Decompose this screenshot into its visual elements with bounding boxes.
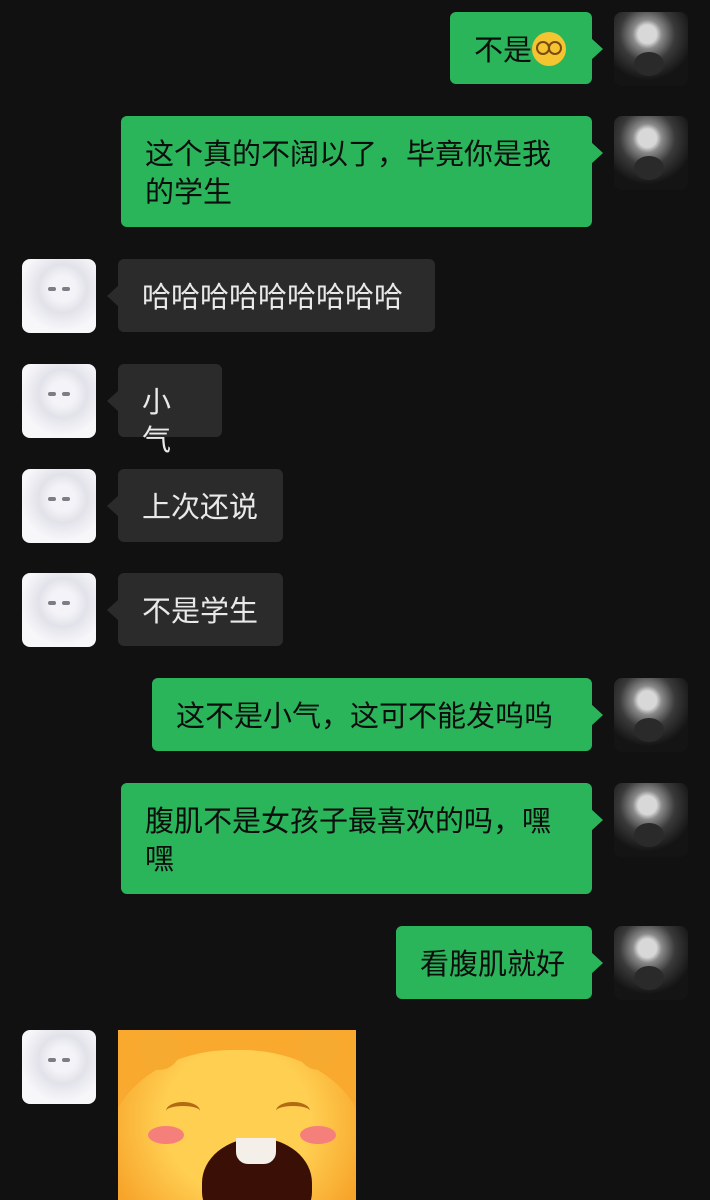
message-text: 不是 [474,33,533,67]
message-bubble-theirs[interactable]: 哈哈哈哈哈哈哈哈哈 [107,259,435,332]
my-avatar[interactable] [614,116,688,190]
message-bubble-theirs[interactable]: 小气 [107,364,222,457]
sticker-eye [166,1102,200,1120]
sticker-eye [276,1102,310,1120]
message-bubble-theirs[interactable]: 上次还说 [107,469,283,542]
my-avatar[interactable] [614,678,688,752]
sticker-ear [298,1030,340,1070]
sticker-cheek [148,1126,184,1144]
laughing-orange-hippo-sticker[interactable] [118,1030,356,1200]
my-avatar[interactable] [614,783,688,857]
contact-avatar[interactable] [22,573,96,647]
message-bubble-mine[interactable]: 这不是小气，这可不能发呜呜 [152,678,603,751]
message-bubble-mine[interactable]: 这个真的不阔以了，毕竟你是我的学生 [121,116,603,227]
contact-avatar[interactable] [22,259,96,333]
chat-history[interactable]: 不是 这个真的不阔以了，毕竟你是我的学生 哈哈哈哈哈哈哈哈哈 小气 上次还说 不… [0,0,710,1200]
contact-avatar[interactable] [22,364,96,438]
message-text: 上次还说 [142,490,259,524]
message-bubble-mine[interactable]: 腹肌不是女孩子最喜欢的吗，嘿嘿 [121,783,603,894]
sticker-tooth [236,1138,276,1164]
contact-avatar[interactable] [22,469,96,543]
message-text: 哈哈哈哈哈哈哈哈哈 [142,280,404,314]
message-bubble-mine[interactable]: 不是 [450,12,603,84]
dizzy-face-emoji-icon [532,32,567,66]
message-bubble-mine[interactable]: 看腹肌就好 [396,926,603,999]
sticker-cheek [300,1126,336,1144]
message-text: 腹肌不是女孩子最喜欢的吗，嘿嘿 [145,804,552,876]
contact-avatar[interactable] [22,1030,96,1104]
message-text: 看腹肌就好 [420,947,566,981]
message-text: 这不是小气，这可不能发呜呜 [176,699,554,733]
message-text: 不是学生 [142,594,259,628]
message-text: 小气 [142,385,172,457]
message-bubble-theirs[interactable]: 不是学生 [107,573,283,646]
my-avatar[interactable] [614,926,688,1000]
sticker-ear [138,1030,180,1070]
my-avatar[interactable] [614,12,688,86]
message-text: 这个真的不阔以了，毕竟你是我的学生 [145,137,552,209]
